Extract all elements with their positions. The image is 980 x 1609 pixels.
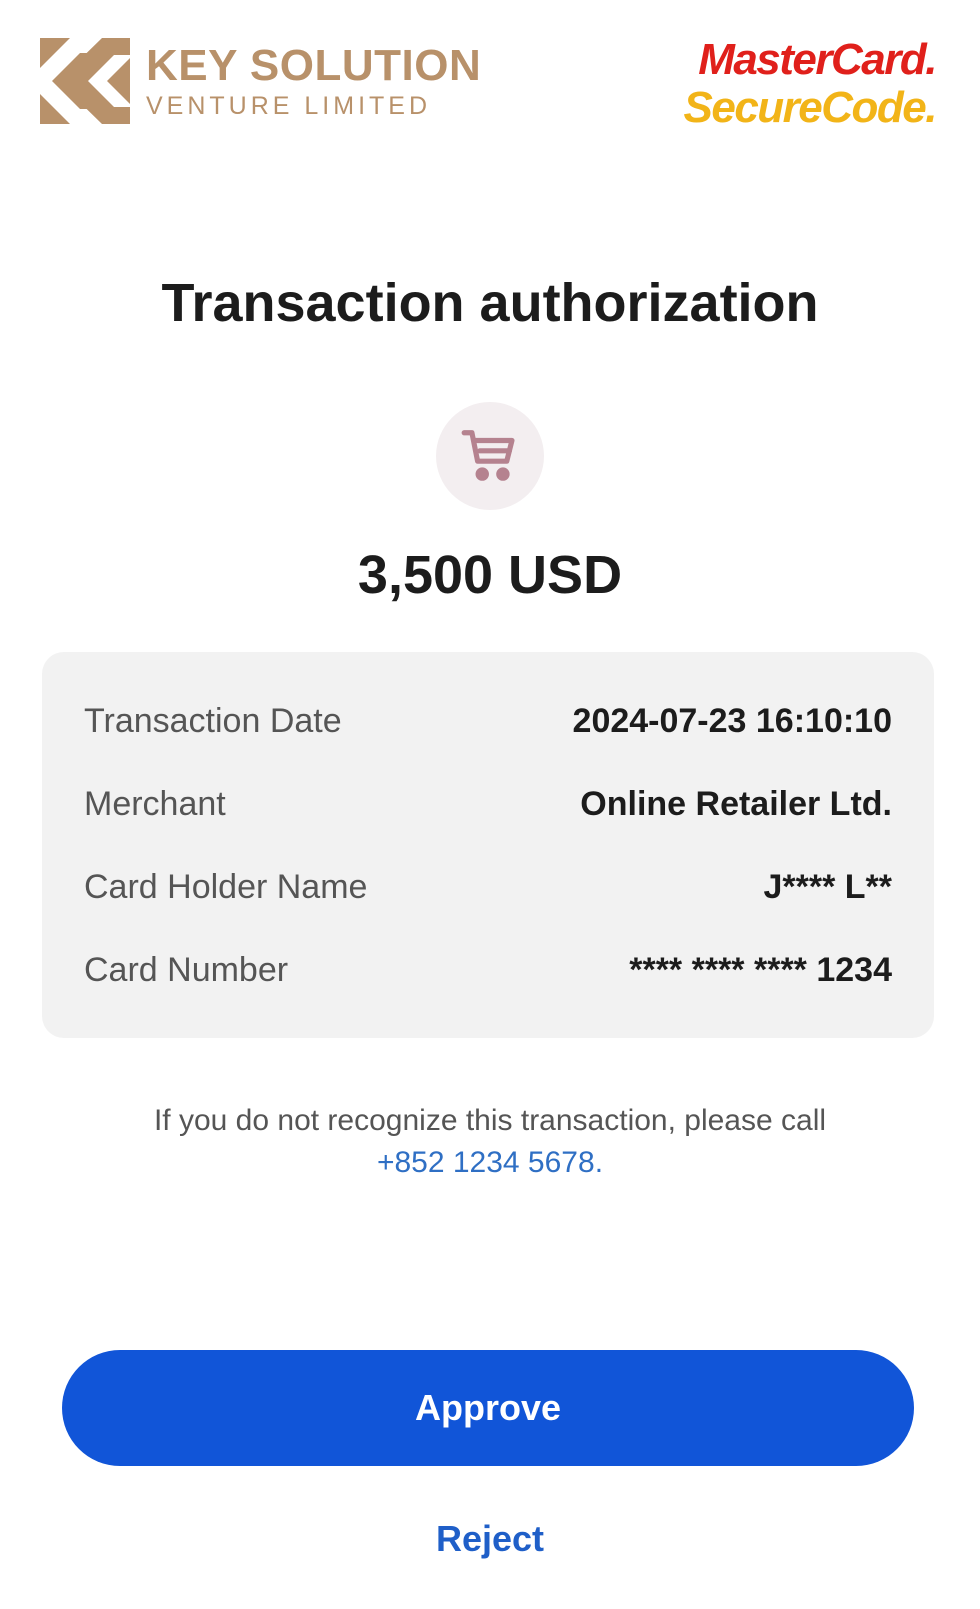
page-title: Transaction authorization bbox=[161, 273, 819, 333]
merchant-logo-line2: VENTURE LIMITED bbox=[146, 92, 432, 120]
support-phone-link[interactable]: +852 1234 5678 bbox=[377, 1146, 595, 1179]
securecode-logo-line2: SecureCode. bbox=[683, 83, 938, 132]
detail-label: Card Number bbox=[84, 950, 289, 989]
detail-label: Merchant bbox=[84, 784, 226, 823]
fraud-notice-text: If you do not recognize this transaction… bbox=[153, 1104, 827, 1137]
detail-label: Transaction Date bbox=[84, 701, 342, 740]
merchant-logo-line1: KEY SOLUTION bbox=[146, 41, 482, 90]
detail-value: 2024-07-23 16:10:10 bbox=[572, 701, 892, 740]
mastercard-logo-line1: MasterCard. bbox=[698, 35, 937, 84]
detail-value: Online Retailer Ltd. bbox=[580, 784, 892, 823]
approve-button[interactable]: Approve bbox=[62, 1350, 914, 1466]
merchant-logo: KEY SOLUTION VENTURE LIMITED bbox=[40, 38, 481, 124]
reject-button[interactable]: Reject bbox=[0, 1518, 980, 1560]
detail-label: Card Holder Name bbox=[84, 867, 368, 906]
transaction-amount: 3,500 USD bbox=[357, 545, 623, 605]
cart-icon-badge bbox=[436, 402, 544, 510]
detail-value: **** **** **** 1234 bbox=[629, 950, 892, 989]
detail-value: J**** L** bbox=[763, 867, 892, 906]
detail-row-card-number: Card Number **** **** **** 1234 bbox=[84, 945, 892, 995]
transaction-details-card: Transaction Date 2024-07-23 16:10:10 Mer… bbox=[42, 652, 934, 1038]
detail-row-transaction-date: Transaction Date 2024-07-23 16:10:10 bbox=[84, 696, 892, 746]
header: KEY SOLUTION VENTURE LIMITED MasterCard.… bbox=[0, 0, 980, 150]
mastercard-securecode-logo: MasterCard. SecureCode. bbox=[683, 35, 938, 132]
shopping-cart-icon bbox=[461, 430, 515, 481]
detail-row-merchant: Merchant Online Retailer Ltd. bbox=[84, 779, 892, 829]
fraud-notice: If you do not recognize this transaction… bbox=[60, 1100, 920, 1184]
notice-suffix: . bbox=[594, 1146, 604, 1179]
detail-row-card-holder-name: Card Holder Name J**** L** bbox=[84, 862, 892, 912]
key-solution-logo-icon bbox=[40, 38, 130, 124]
